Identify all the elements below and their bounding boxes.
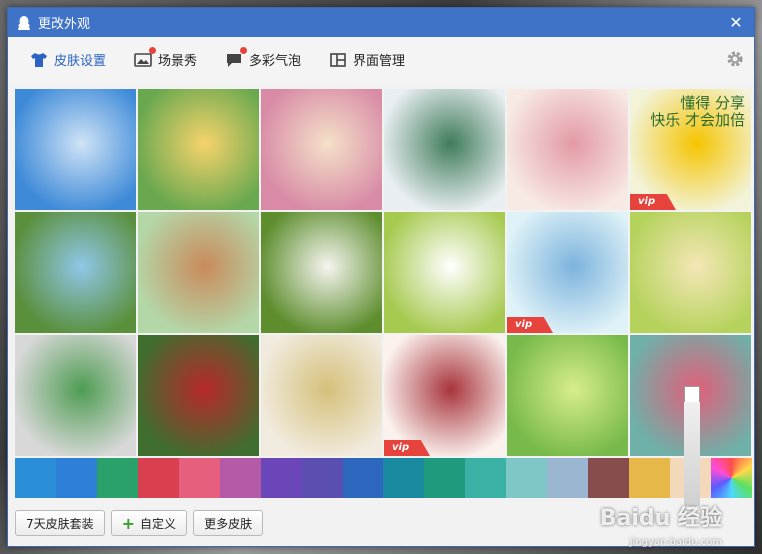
color-swatch[interactable] bbox=[710, 458, 752, 498]
tab-colorful-bubbles[interactable]: 多彩气泡 bbox=[225, 46, 302, 69]
tab-label: 场景秀 bbox=[158, 54, 198, 69]
color-swatch[interactable] bbox=[178, 458, 220, 498]
vip-badge: vip bbox=[507, 317, 553, 333]
color-swatch[interactable] bbox=[301, 458, 343, 498]
qq-penguin-icon bbox=[16, 15, 32, 31]
skin-tile-window-roses[interactable] bbox=[630, 212, 751, 333]
slider-fill bbox=[684, 402, 700, 506]
color-swatch[interactable] bbox=[55, 458, 97, 498]
more-skins-button[interactable]: 更多皮肤 bbox=[193, 510, 264, 536]
speech-bubble-icon bbox=[225, 46, 248, 68]
skin-tile-cosmos-flower[interactable] bbox=[384, 212, 505, 333]
color-swatch[interactable] bbox=[219, 458, 261, 498]
skin-tile-garden-arch[interactable] bbox=[261, 89, 382, 210]
skin-tile-green-buds[interactable] bbox=[507, 335, 628, 456]
skin-tile-cherry-blossom[interactable] bbox=[507, 89, 628, 210]
picture-icon bbox=[134, 46, 157, 68]
button-label: 7天皮肤套装 bbox=[26, 516, 94, 531]
skin-tile-heart-leaf[interactable] bbox=[15, 335, 136, 456]
footer-buttons: 7天皮肤套装 + 自定义 更多皮肤 bbox=[15, 510, 264, 536]
custom-button[interactable]: + 自定义 bbox=[110, 510, 188, 536]
tab-skin-settings[interactable]: 皮肤设置 bbox=[30, 50, 106, 69]
skin-tile-yellow-daisies[interactable]: 懂得 分享 快乐 才会加倍 vip bbox=[630, 89, 751, 210]
gear-icon[interactable] bbox=[726, 50, 744, 68]
skin-gallery: 懂得 分享 快乐 才会加倍 vip vip vip bbox=[15, 89, 752, 501]
skin-tile-white-cottage[interactable] bbox=[384, 89, 505, 210]
vip-badge: vip bbox=[630, 194, 676, 210]
color-swatch[interactable] bbox=[383, 458, 425, 498]
skin-tile-bird-branch[interactable] bbox=[261, 335, 382, 456]
color-swatch[interactable] bbox=[96, 458, 138, 498]
title-bar: 更改外观 ✕ bbox=[8, 8, 754, 37]
seven-day-skin-pack-button[interactable]: 7天皮肤套装 bbox=[15, 510, 105, 536]
color-swatch[interactable] bbox=[506, 458, 548, 498]
skin-caption: 懂得 分享 快乐 才会加倍 bbox=[650, 94, 745, 129]
notification-dot bbox=[149, 46, 157, 54]
button-label: 自定义 bbox=[140, 516, 177, 531]
color-swatch[interactable] bbox=[15, 458, 56, 498]
skin-grid: 懂得 分享 快乐 才会加倍 vip vip vip bbox=[15, 89, 752, 456]
tab-bar: 皮肤设置 场景秀 多彩气泡 界面管理 bbox=[8, 37, 754, 82]
baidu-watermark: Baidu 经验 bbox=[599, 506, 722, 531]
color-swatch[interactable] bbox=[547, 458, 589, 498]
color-swatch[interactable] bbox=[629, 458, 670, 498]
skin-tile-bicycle-field[interactable] bbox=[138, 212, 259, 333]
color-swatch[interactable] bbox=[465, 458, 507, 498]
skin-tile-park-bench[interactable] bbox=[15, 212, 136, 333]
close-button[interactable]: ✕ bbox=[726, 13, 746, 33]
plus-icon: + bbox=[121, 513, 136, 533]
color-swatch[interactable] bbox=[588, 458, 630, 498]
button-label: 更多皮肤 bbox=[204, 516, 253, 531]
color-swatch[interactable] bbox=[137, 458, 179, 498]
color-swatch[interactable] bbox=[260, 458, 302, 498]
layout-icon bbox=[329, 52, 347, 68]
notification-dot bbox=[240, 46, 248, 54]
tab-label: 多彩气泡 bbox=[249, 54, 302, 69]
skin-tile-sky-clouds[interactable] bbox=[15, 89, 136, 210]
skin-tile-gingham-bow[interactable]: vip bbox=[507, 212, 628, 333]
tab-label: 界面管理 bbox=[353, 54, 406, 69]
window-title: 更改外观 bbox=[38, 17, 91, 32]
tab-scene-show[interactable]: 场景秀 bbox=[134, 46, 198, 69]
skin-tile-flower-shop[interactable] bbox=[138, 89, 259, 210]
skin-tile-flower-mug[interactable] bbox=[138, 335, 259, 456]
skin-tile-butterfly[interactable]: vip bbox=[384, 335, 505, 456]
change-appearance-window: 更改外观 ✕ 皮肤设置 场景秀 多彩气泡 界面管理 懂得 分享 快乐 才会加倍 … bbox=[7, 7, 755, 547]
color-palette bbox=[15, 458, 752, 498]
skin-tile-white-flower-green[interactable] bbox=[261, 212, 382, 333]
shirt-icon bbox=[30, 52, 48, 68]
baidu-watermark-url: jingyan.baidu.com bbox=[629, 537, 722, 548]
vip-badge: vip bbox=[384, 440, 430, 456]
color-swatch[interactable] bbox=[342, 458, 384, 498]
tab-label: 皮肤设置 bbox=[54, 54, 107, 69]
tab-interface-management[interactable]: 界面管理 bbox=[329, 50, 405, 69]
color-swatch[interactable] bbox=[424, 458, 466, 498]
